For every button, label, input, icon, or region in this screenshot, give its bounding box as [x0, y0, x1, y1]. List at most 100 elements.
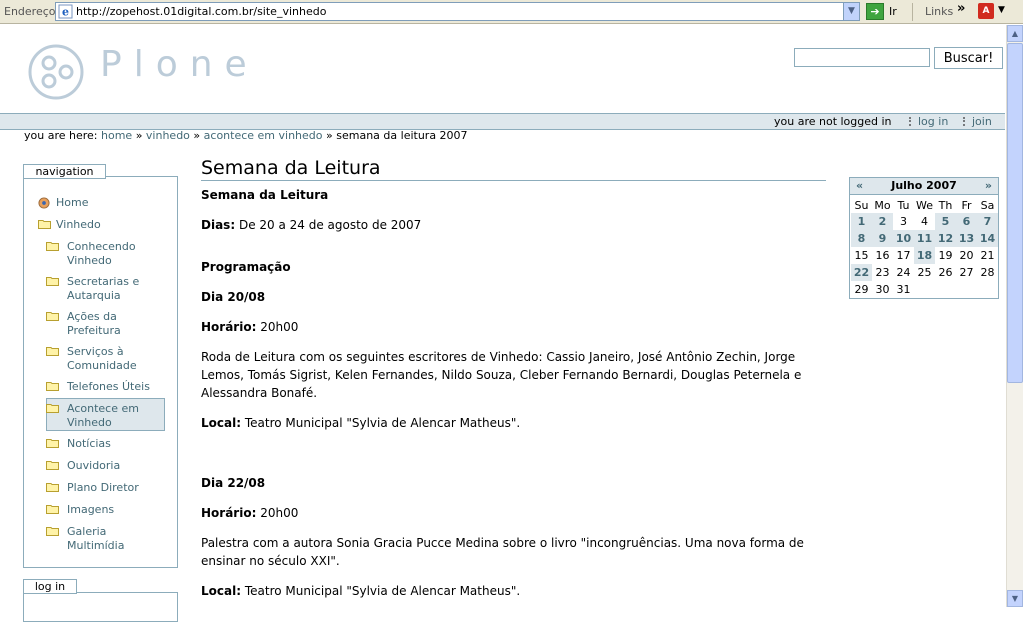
- toolbar-separator: [912, 3, 913, 21]
- calendar-day[interactable]: 14: [977, 230, 998, 247]
- calendar-day[interactable]: 11: [914, 230, 935, 247]
- title-divider: [201, 180, 826, 181]
- calendar-weekday: Mo: [874, 198, 891, 212]
- dias-line: Dias: De 20 a 24 de agosto de 2007: [201, 218, 422, 232]
- login-link[interactable]: log in: [909, 115, 948, 128]
- scroll-up-icon[interactable]: ▲: [1007, 25, 1023, 42]
- calendar-day[interactable]: 13: [956, 230, 977, 247]
- calendar-next-button[interactable]: »: [985, 178, 992, 194]
- nav-item-label: Ações da Prefeitura: [67, 310, 121, 337]
- calendar-day[interactable]: 22: [851, 264, 872, 281]
- calendar-portlet: « Julho 2007 » Su Mo Tu We Th Fr Sa 1234567891…: [849, 177, 999, 299]
- breadcrumb-acontece[interactable]: acontece em vinhedo: [204, 129, 323, 142]
- calendar-day: 26: [938, 266, 953, 279]
- calendar-weekday: Tu: [897, 198, 910, 212]
- scroll-down-icon[interactable]: ▼: [1007, 590, 1023, 607]
- nav-item-label: Serviços à Comunidade: [67, 345, 137, 372]
- calendar-day[interactable]: 10: [893, 230, 914, 247]
- day2-heading: Dia 22/08: [201, 476, 266, 490]
- folder-icon: [46, 312, 59, 321]
- go-button[interactable]: Ir: [889, 5, 897, 18]
- pdf-dropdown-icon[interactable]: ▼: [998, 5, 1005, 15]
- address-input[interactable]: e http://zopehost.01digital.com.br/site_…: [55, 2, 860, 21]
- calendar-day: 24: [896, 266, 911, 279]
- calendar-day[interactable]: 18: [914, 247, 935, 264]
- calendar-day: [956, 281, 977, 298]
- calendar-day[interactable]: 7: [977, 213, 998, 230]
- nav-item-label: Vinhedo: [56, 218, 101, 231]
- breadcrumb-prefix: you are here:: [24, 129, 98, 142]
- calendar-day: 15: [854, 249, 869, 262]
- site-logo-text[interactable]: Plone: [100, 44, 259, 85]
- folder-icon: [46, 483, 59, 492]
- folder-icon: [46, 347, 59, 356]
- breadcrumb-separator: »: [193, 129, 201, 142]
- calendar-prev-button[interactable]: «: [856, 178, 863, 194]
- ie-page-icon: e: [58, 4, 73, 19]
- nav-item-label: Acontece em Vinhedo: [67, 402, 139, 429]
- folder-icon: [46, 382, 59, 391]
- calendar-day[interactable]: 8: [851, 230, 872, 247]
- links-more-chevron[interactable]: »: [957, 1, 965, 16]
- calendar-day[interactable]: 12: [935, 230, 956, 247]
- navigation-header: navigation: [23, 164, 106, 179]
- calendar-day[interactable]: 6: [956, 213, 977, 230]
- calendar-day: [935, 281, 956, 298]
- page-title: Semana da Leitura: [201, 157, 381, 179]
- calendar-day: 17: [896, 249, 911, 262]
- address-label: Endereço: [4, 5, 56, 18]
- day2-description: Palestra com a autora Sonia Gracia Pucce…: [201, 536, 804, 568]
- home-icon: [38, 197, 50, 209]
- folder-icon: [46, 242, 59, 251]
- calendar-day: [914, 281, 935, 298]
- calendar-day[interactable]: 9: [872, 230, 893, 247]
- calendar-day: 23: [875, 266, 890, 279]
- calendar-day[interactable]: 2: [872, 213, 893, 230]
- login-portlet: [23, 592, 178, 622]
- day1-heading: Dia 20/08: [201, 290, 266, 304]
- scrollbar-thumb[interactable]: [1007, 43, 1023, 383]
- folder-icon: [46, 277, 59, 286]
- breadcrumb: you are here: home » vinhedo » acontece …: [24, 129, 468, 142]
- calendar-day: 21: [980, 249, 995, 262]
- vertical-scrollbar[interactable]: ▲ ▼: [1006, 25, 1023, 607]
- breadcrumb-vinhedo[interactable]: vinhedo: [146, 129, 190, 142]
- svg-text:e: e: [62, 6, 69, 19]
- login-portlet-header: log in: [23, 579, 77, 594]
- calendar-day[interactable]: 5: [935, 213, 956, 230]
- personal-bar: you are not logged in log in join: [0, 113, 1005, 130]
- join-link[interactable]: join: [963, 115, 992, 128]
- nav-item-label: Ouvidoria: [67, 459, 121, 472]
- links-label[interactable]: Links: [925, 5, 953, 18]
- calendar-day[interactable]: 1: [851, 213, 872, 230]
- plone-logo-icon[interactable]: [28, 44, 86, 102]
- folder-icon: [46, 527, 59, 536]
- calendar-day: 30: [875, 283, 890, 296]
- calendar-month: Julho 2007: [891, 179, 957, 192]
- nav-item-label: Imagens: [67, 503, 115, 516]
- day1-description: Roda de Leitura com os seguintes escrito…: [201, 350, 802, 400]
- search-button[interactable]: Buscar!: [934, 47, 1003, 69]
- nav-item-label: Home: [56, 196, 89, 209]
- dots-icon: [963, 117, 968, 126]
- breadcrumb-separator: »: [135, 129, 143, 142]
- calendar-day: 28: [980, 266, 995, 279]
- day1-local: Local: Teatro Municipal "Sylvia de Alenc…: [201, 416, 521, 430]
- pdf-icon[interactable]: A: [978, 3, 994, 19]
- url-text: http://zopehost.01digital.com.br/site_vi…: [76, 5, 327, 18]
- nav-item-label: Telefones Úteis: [67, 380, 150, 393]
- calendar-day: 27: [959, 266, 974, 279]
- calendar-weekday: Su: [854, 198, 869, 212]
- search-input[interactable]: [794, 48, 930, 67]
- day2-local: Local: Teatro Municipal "Sylvia de Alenc…: [201, 584, 521, 598]
- calendar-day: 29: [854, 283, 869, 296]
- breadcrumb-home[interactable]: home: [101, 129, 132, 142]
- address-dropdown-icon[interactable]: ▼: [843, 3, 859, 20]
- folder-icon: [38, 220, 51, 229]
- breadcrumb-separator: »: [326, 129, 333, 142]
- calendar-weekday: We: [916, 198, 933, 212]
- calendar-weekday: Fr: [961, 198, 972, 212]
- day2-horario: Horário: 20h00: [201, 506, 299, 520]
- calendar-weekday: Th: [938, 198, 953, 212]
- go-arrow-icon[interactable]: ➔: [866, 3, 884, 20]
